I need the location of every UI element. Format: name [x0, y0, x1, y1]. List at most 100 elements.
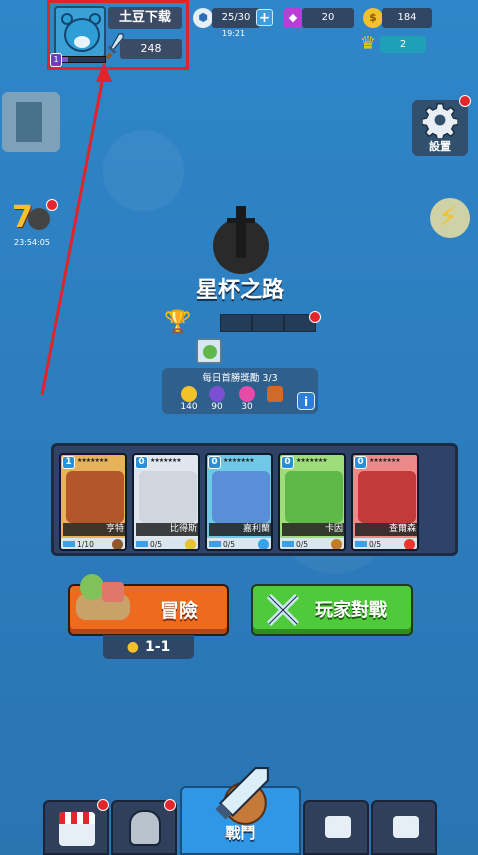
battle-label: 戰鬥 [225, 824, 256, 842]
castle-tower-icon [16, 102, 42, 142]
coin-icon: $ [363, 8, 383, 28]
hero-card[interactable]: 0 ★★★★★★★ 嘉利蘭 0/5 [205, 453, 273, 551]
energy-value: 25/30 [212, 8, 260, 28]
knight-helmet-icon [129, 810, 161, 846]
hero-card[interactable]: 1 ★★★★★★★ 亨特 1/10 [59, 453, 127, 551]
reward-chest [262, 386, 288, 402]
gear-icon [422, 103, 458, 138]
xp-bar [60, 56, 106, 63]
mode-title: 星杯之路 [195, 278, 284, 303]
background [0, 0, 478, 855]
card-art [139, 471, 197, 523]
avatar[interactable] [54, 6, 106, 58]
reward-plant-icon[interactable] [196, 338, 222, 364]
card-name: 查爾森 [355, 523, 417, 536]
element-icon [331, 539, 342, 549]
card-name: 卡因 [282, 523, 344, 536]
reward-gem: 90 [204, 386, 230, 412]
card-level: 0 [135, 456, 148, 469]
reward-amount: 30 [241, 402, 253, 412]
nav-locked-tab[interactable] [303, 800, 369, 855]
nav-locked-tab[interactable] [371, 800, 437, 855]
hero-card[interactable]: 0 ★★★★★★★ 比得斯 0/5 [132, 453, 200, 551]
progress-segment [220, 314, 252, 332]
element-icon [185, 539, 196, 549]
adventure-label: 冒險 [160, 600, 199, 622]
settings-label: 設置 [429, 140, 451, 153]
gem-value: 20 [302, 8, 354, 28]
coin-icon [181, 386, 197, 402]
progress-segment [252, 314, 284, 332]
nav-battle-tab[interactable]: 戰鬥 [180, 767, 301, 855]
card-name: 亨特 [63, 523, 125, 536]
profile-panel[interactable]: 1 土豆下载 248 [47, 0, 189, 70]
card-level: 0 [281, 456, 294, 469]
bomb-icon [28, 208, 50, 230]
progress-notification-dot [309, 311, 321, 323]
battle-sword-icon [215, 767, 269, 825]
element-icon [258, 539, 269, 549]
notification-dot [46, 199, 58, 211]
reward-amount: 140 [180, 402, 198, 412]
card-stars: ★★★★★★★ [77, 457, 109, 464]
stage-medal-icon: ● [126, 639, 139, 655]
card-progress-bar [136, 541, 148, 547]
hero-card[interactable]: 0 ★★★★★★★ 卡因 0/5 [278, 453, 346, 551]
card-art [66, 471, 124, 523]
player-name: 土豆下载 [108, 7, 182, 29]
deck-tray: 1 ★★★★★★★ 亨特 1/10 0 ★★★★★★★ 比得斯 0/5 0 ★★… [51, 443, 458, 556]
card-stars: ★★★★★★★ [296, 457, 328, 464]
pvp-button[interactable]: 玩家對戰 [251, 584, 413, 636]
gem-icon: ◆ [283, 8, 303, 28]
island-icon [72, 568, 134, 626]
shop-notification-dot [97, 799, 109, 811]
event-timer: 23:54:05 [14, 238, 50, 247]
plant-icon [203, 345, 217, 359]
crossed-swords-icon [266, 593, 300, 627]
star-token-icon [239, 386, 255, 402]
daily-reward-panel: 每日首勝獎勵 3/3 140 90 30 i [162, 368, 318, 414]
lightning-icon: ⚡ [438, 200, 458, 233]
player-power: 248 [120, 39, 182, 59]
card-level: 0 [208, 456, 221, 469]
energy-timer: 19:21 [222, 29, 246, 38]
sword-shield-mode-icon[interactable] [211, 204, 271, 274]
chest-icon [267, 386, 283, 402]
reward-star-token: 30 [234, 386, 260, 412]
castle-event-icon[interactable] [2, 92, 60, 152]
card-level: 1 [62, 456, 75, 469]
element-icon [404, 539, 415, 549]
card-progress-bar [63, 541, 75, 547]
reward-coin: 140 [176, 386, 202, 412]
lightning-event-icon[interactable]: ⚡ [424, 190, 476, 246]
bear-snout [74, 36, 90, 48]
shop-icon [59, 812, 95, 846]
lock-icon [393, 816, 419, 838]
card-stars: ★★★★★★★ [369, 457, 401, 464]
hut-icon [102, 582, 124, 602]
card-stars: ★★★★★★★ [150, 457, 182, 464]
add-energy-button[interactable]: + [256, 9, 273, 26]
card-name: 嘉利蘭 [209, 523, 271, 536]
info-button[interactable]: i [297, 392, 315, 410]
lock-icon [325, 816, 351, 838]
card-progress-bar [355, 541, 367, 547]
settings-notification-dot [459, 95, 471, 107]
card-art [285, 471, 343, 523]
card-art [358, 471, 416, 523]
player-level-badge: 1 [50, 53, 62, 67]
card-level: 0 [354, 456, 367, 469]
purple-gem-icon [209, 386, 225, 402]
daily-reward-title: 每日首勝獎勵 3/3 [202, 373, 278, 384]
card-progress-bar [282, 541, 294, 547]
crown-value: 2 [380, 36, 426, 53]
crown-icon: ♛ [359, 33, 377, 54]
card-stars: ★★★★★★★ [223, 457, 255, 464]
card-art [212, 471, 270, 523]
awning-icon [59, 812, 95, 824]
tree-icon [80, 574, 104, 600]
element-icon [112, 539, 123, 549]
stage-indicator: ● 1-1 [103, 635, 194, 659]
trophy-icon: 🏆 [164, 310, 192, 335]
hero-card[interactable]: 0 ★★★★★★★ 查爾森 0/5 [351, 453, 419, 551]
